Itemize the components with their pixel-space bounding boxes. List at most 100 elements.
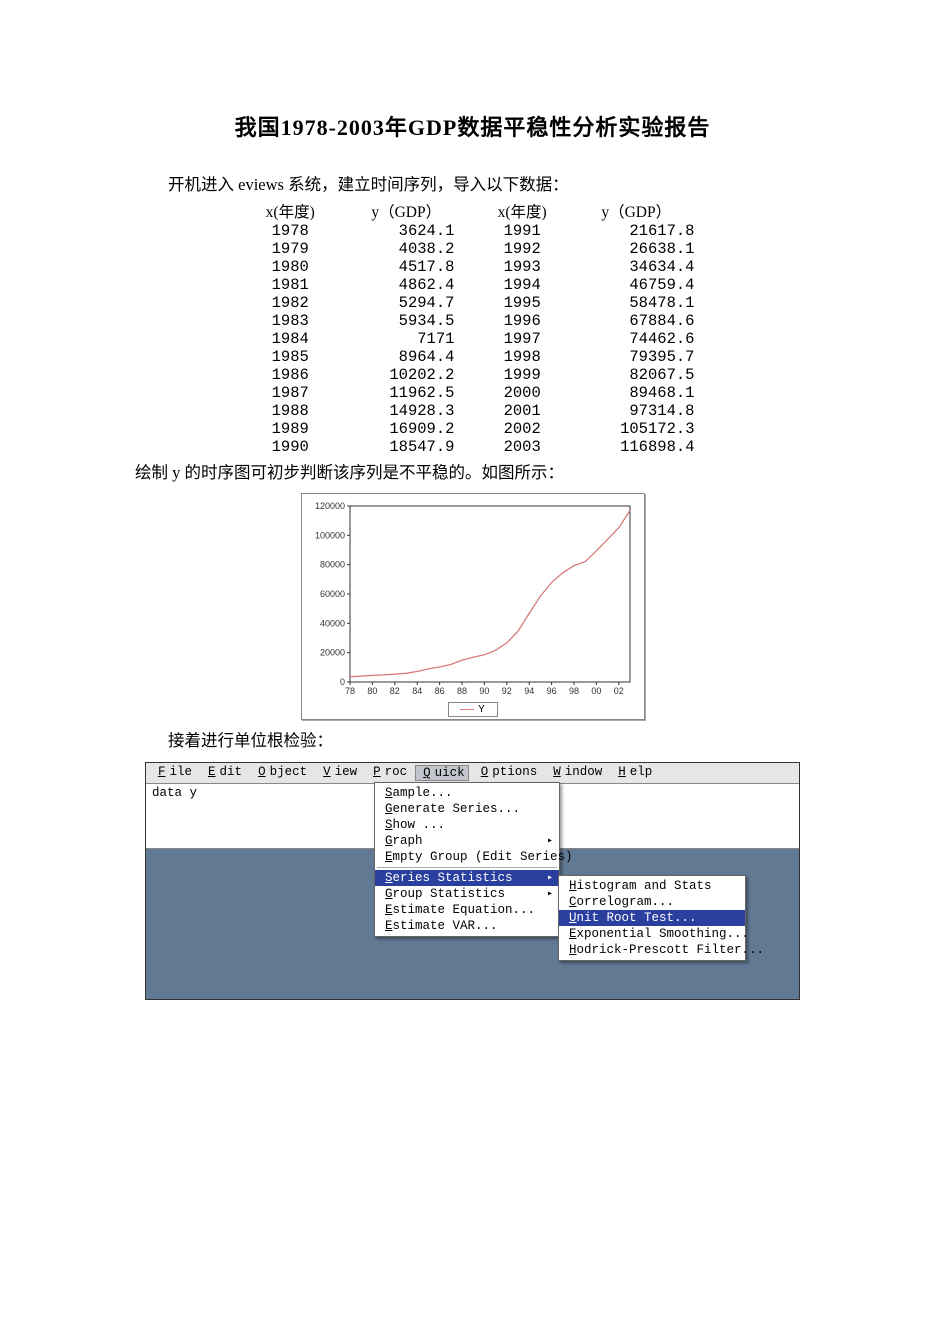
table-cell: 34634.4 [570, 258, 703, 276]
table-cell: 2001 [474, 402, 569, 420]
submenu-item[interactable]: Correlogram... [559, 894, 745, 910]
table-cell: 105172.3 [570, 420, 703, 438]
menubar-item-object[interactable]: Object [250, 765, 311, 781]
menu-item[interactable]: Sample... [375, 785, 559, 801]
table-row: 19814862.4199446759.4 [243, 276, 703, 294]
svg-text:92: 92 [501, 686, 511, 696]
table-cell: 46759.4 [570, 276, 703, 294]
menu-item[interactable]: Graph▸ [375, 833, 559, 849]
col-x-header: x(年度) [243, 200, 338, 222]
table-cell: 1995 [474, 294, 569, 312]
menubar-item-edit[interactable]: Edit [200, 765, 246, 781]
legend-label: Y [478, 704, 485, 715]
table-cell: 18547.9 [338, 438, 475, 456]
intro-text: 开机进入 eviews 系统，建立时间序列，导入以下数据： [135, 172, 810, 198]
menubar-item-file[interactable]: File [150, 765, 196, 781]
table-cell: 58478.1 [570, 294, 703, 312]
svg-text:120000: 120000 [314, 501, 344, 511]
menubar-item-view[interactable]: View [315, 765, 361, 781]
menu-item[interactable]: Generate Series... [375, 801, 559, 817]
table-cell: 7171 [338, 330, 475, 348]
eviews-window: FileEditObjectViewProcQuickOptionsWindow… [145, 762, 800, 1000]
chart-legend: Y [448, 702, 498, 717]
svg-text:100000: 100000 [314, 530, 344, 540]
svg-text:20000: 20000 [319, 647, 344, 657]
table-cell: 74462.6 [570, 330, 703, 348]
submenu-item[interactable]: Unit Root Test... [559, 910, 745, 926]
table-row: 19804517.8199334634.4 [243, 258, 703, 276]
col-y2-header: y（GDP） [570, 200, 703, 222]
submenu-item[interactable]: Histogram and Stats [559, 878, 745, 894]
menu-item[interactable]: Empty Group (Edit Series) [375, 849, 559, 865]
table-cell: 1985 [243, 348, 338, 366]
table-header-row: x(年度) y（GDP） x(年度) y（GDP） [243, 200, 703, 222]
table-cell: 1997 [474, 330, 569, 348]
table-cell: 1991 [474, 222, 569, 240]
svg-text:60000: 60000 [319, 589, 344, 599]
table-cell: 1981 [243, 276, 338, 294]
menu-item[interactable]: Estimate Equation... [375, 902, 559, 918]
svg-text:80: 80 [367, 686, 377, 696]
menu-item[interactable]: Series Statistics▸ [375, 870, 559, 886]
table-row: 19794038.2199226638.1 [243, 240, 703, 258]
table-cell: 1978 [243, 222, 338, 240]
table-cell: 10202.2 [338, 366, 475, 384]
series-statistics-submenu[interactable]: Histogram and StatsCorrelogram...Unit Ro… [558, 875, 746, 961]
table-cell: 1982 [243, 294, 338, 312]
table-cell: 1984 [243, 330, 338, 348]
table-cell: 1988 [243, 402, 338, 420]
quick-menu-dropdown[interactable]: Sample...Generate Series...Show ...Graph… [374, 782, 560, 937]
table-cell: 89468.1 [570, 384, 703, 402]
table-cell: 1989 [243, 420, 338, 438]
table-row: 19847171199774462.6 [243, 330, 703, 348]
menubar-item-help[interactable]: Help [610, 765, 656, 781]
table-cell: 1996 [474, 312, 569, 330]
table-cell: 26638.1 [570, 240, 703, 258]
submenu-item[interactable]: Exponential Smoothing... [559, 926, 745, 942]
table-cell: 67884.6 [570, 312, 703, 330]
table-cell: 1986 [243, 366, 338, 384]
table-cell: 1990 [243, 438, 338, 456]
eviews-menubar: FileEditObjectViewProcQuickOptionsWindow… [146, 763, 799, 784]
table-cell: 21617.8 [570, 222, 703, 240]
svg-text:00: 00 [591, 686, 601, 696]
table-cell: 4038.2 [338, 240, 475, 258]
table-row: 19835934.5199667884.6 [243, 312, 703, 330]
table-cell: 2003 [474, 438, 569, 456]
svg-text:96: 96 [546, 686, 556, 696]
menu-item[interactable]: Group Statistics▸ [375, 886, 559, 902]
table-cell: 14928.3 [338, 402, 475, 420]
table-cell: 82067.5 [570, 366, 703, 384]
svg-text:88: 88 [456, 686, 466, 696]
table-cell: 8964.4 [338, 348, 475, 366]
menu-item[interactable]: Show ... [375, 817, 559, 833]
table-cell: 5934.5 [338, 312, 475, 330]
table-cell: 97314.8 [570, 402, 703, 420]
menubar-item-window[interactable]: Window [545, 765, 606, 781]
table-cell: 4862.4 [338, 276, 475, 294]
gdp-time-series-chart: 0200004000060000800001000001200007880828… [301, 493, 645, 720]
svg-text:90: 90 [479, 686, 489, 696]
legend-line-icon [460, 709, 474, 710]
menubar-item-proc[interactable]: Proc [365, 765, 411, 781]
table-cell: 1999 [474, 366, 569, 384]
table-cell: 1983 [243, 312, 338, 330]
table-cell: 11962.5 [338, 384, 475, 402]
page-title: 我国1978-2003年GDP数据平稳性分析实验报告 [135, 110, 810, 142]
svg-text:82: 82 [389, 686, 399, 696]
svg-text:98: 98 [568, 686, 578, 696]
submenu-item[interactable]: Hodrick-Prescott Filter... [559, 942, 745, 958]
menubar-item-options[interactable]: Options [473, 765, 542, 781]
table-cell: 1992 [474, 240, 569, 258]
col-y-header: y（GDP） [338, 200, 475, 222]
svg-text:94: 94 [524, 686, 534, 696]
menu-item[interactable]: Estimate VAR... [375, 918, 559, 934]
table-cell: 1987 [243, 384, 338, 402]
table-cell: 1998 [474, 348, 569, 366]
table-row: 198814928.3200197314.8 [243, 402, 703, 420]
table-row: 198711962.5200089468.1 [243, 384, 703, 402]
table-row: 19858964.4199879395.7 [243, 348, 703, 366]
svg-text:84: 84 [412, 686, 422, 696]
menubar-item-quick[interactable]: Quick [415, 765, 469, 781]
svg-text:86: 86 [434, 686, 444, 696]
